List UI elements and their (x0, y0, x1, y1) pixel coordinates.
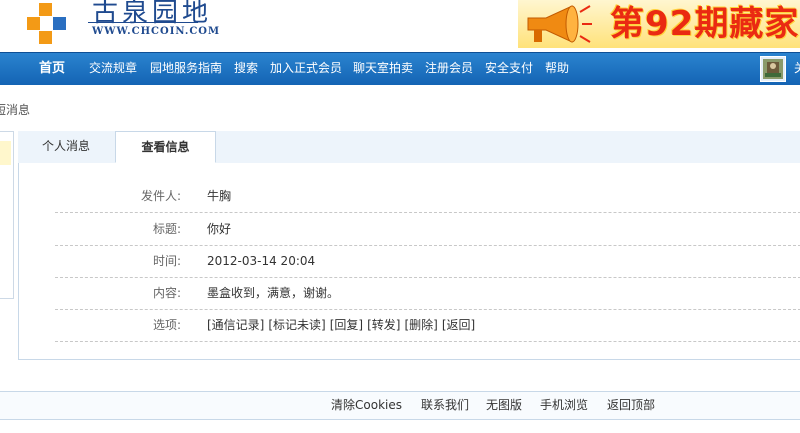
sender-label: 发件人: (140, 189, 181, 203)
subject-row: 标题: 你好 (55, 213, 800, 246)
site-header: 古泉园地 WWW.CHCOIN.COM 第92期藏家 (0, 0, 800, 52)
nav-item-guide[interactable]: 园地服务指南 (150, 53, 222, 85)
nav-item-register[interactable]: 注册会员 (425, 53, 473, 85)
subject-label: 标题: (152, 222, 181, 236)
avatar-image-icon (763, 59, 783, 79)
logo-url: WWW.CHCOIN.COM (92, 26, 221, 37)
logo-mark-square (53, 17, 66, 30)
mark-unread-link[interactable]: [标记未读] (268, 318, 325, 332)
nav-item-rules[interactable]: 交流规章 (89, 53, 137, 85)
footer-back-to-top[interactable]: 返回顶部 (607, 392, 655, 419)
subject-value: 你好 (207, 222, 232, 236)
tab-view-message[interactable]: 查看信息 (115, 131, 216, 163)
sender-value[interactable]: 牛胸 (207, 180, 231, 212)
left-menu-panel (0, 131, 14, 299)
tab-personal-messages[interactable]: 个人消息 (18, 131, 114, 163)
nav-item-auction[interactable]: 聊天室拍卖 (353, 53, 413, 85)
footer-contact[interactable]: 联系我们 (421, 392, 469, 419)
nav-item-join[interactable]: 加入正式会员 (270, 53, 342, 85)
nav-right-text[interactable]: 关 (794, 53, 800, 85)
back-link[interactable]: [返回] (442, 318, 475, 332)
site-footer: 清除Cookies 联系我们 无图版 手机浏览 返回顶部 (0, 391, 800, 420)
options-label: 选项: (152, 318, 181, 332)
history-link[interactable]: [通信记录] (207, 318, 264, 332)
content-label: 内容: (152, 286, 181, 300)
time-value: 2012-03-14 20:04 (207, 254, 316, 268)
promo-banner[interactable]: 第92期藏家 (518, 0, 800, 48)
message-detail: 发件人: 牛胸 标题: 你好 时间: 2012-03-14 20:04 内容: … (18, 163, 800, 360)
breadcrumb: 短消息 (0, 103, 31, 117)
tab-bar: 个人消息 查看信息 (18, 131, 800, 164)
banner-text: 第92期藏家 (610, 4, 800, 44)
megaphone-icon (527, 5, 592, 43)
delete-link[interactable]: [删除] (405, 318, 438, 332)
forward-link[interactable]: [转发] (367, 318, 400, 332)
logo-mark (39, 3, 52, 16)
logo-mark-square (39, 31, 52, 44)
logo-underline (88, 22, 198, 23)
site-logo[interactable]: 古泉园地 WWW.CHCOIN.COM (22, 0, 219, 46)
footer-text-version[interactable]: 无图版 (486, 392, 522, 419)
reply-link[interactable]: [回复] (330, 318, 363, 332)
time-label: 时间: (152, 254, 181, 268)
options-links: [通信记录] [标记未读] [回复] [转发] [删除] [返回] (207, 309, 479, 341)
nav-item-help[interactable]: 帮助 (545, 53, 569, 85)
logo-title: 古泉园地 (92, 0, 213, 28)
options-row: 选项: [通信记录] [标记未读] [回复] [转发] [删除] [返回] (55, 309, 800, 342)
left-menu-selected-item[interactable] (0, 141, 11, 165)
nav-item-payment[interactable]: 安全支付 (485, 53, 533, 85)
time-row: 时间: 2012-03-14 20:04 (55, 245, 800, 278)
nav-home[interactable]: 首页 (22, 53, 82, 85)
footer-clear-cookies[interactable]: 清除Cookies (331, 392, 402, 419)
main-nav: 首页 交流规章 园地服务指南 搜索 加入正式会员 聊天室拍卖 注册会员 安全支付… (0, 52, 800, 85)
avatar[interactable] (760, 56, 786, 82)
footer-mobile[interactable]: 手机浏览 (540, 392, 588, 419)
content-row: 内容: 墨盒收到，满意，谢谢。 (55, 277, 800, 310)
logo-mark-square (27, 17, 40, 30)
content-value: 墨盒收到，满意，谢谢。 (207, 286, 340, 300)
nav-item-search[interactable]: 搜索 (234, 53, 258, 85)
sender-row: 发件人: 牛胸 (55, 180, 800, 213)
